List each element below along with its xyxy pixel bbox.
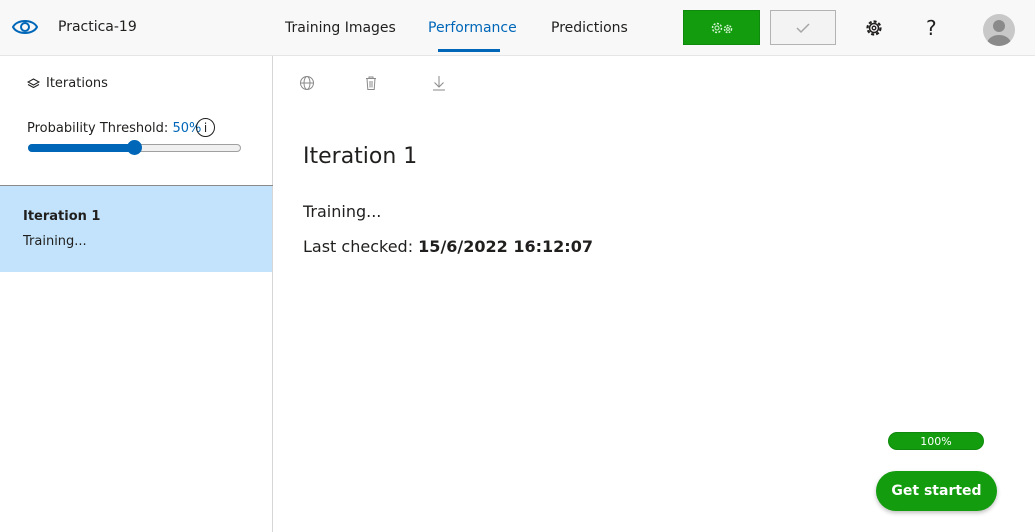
last-checked: Last checked: 15/6/2022 16:12:07 — [303, 237, 593, 256]
top-header: Practica-19 Training Images Performance … — [0, 0, 1035, 56]
threshold-slider-fill — [28, 144, 135, 152]
iteration-status: Training... — [303, 202, 382, 221]
tab-predictions[interactable]: Predictions — [551, 20, 628, 36]
iteration-item-status: Training... — [23, 234, 87, 249]
iteration-item-title: Iteration 1 — [23, 209, 101, 224]
globe-icon[interactable] — [298, 74, 316, 92]
layers-icon — [27, 77, 40, 88]
iterations-sidebar: Iterations Probability Threshold: 50% i … — [0, 56, 273, 532]
iterations-heading: Iterations — [27, 76, 108, 91]
iteration-list-item[interactable]: Iteration 1 Training... — [0, 186, 272, 272]
trash-icon[interactable] — [362, 74, 380, 92]
avatar[interactable] — [983, 14, 1015, 46]
help-button[interactable]: ? — [926, 16, 937, 40]
quick-test-button[interactable] — [770, 10, 836, 45]
info-icon[interactable]: i — [196, 118, 215, 137]
last-checked-value: 15/6/2022 16:12:07 — [418, 237, 593, 256]
iteration-title: Iteration 1 — [303, 144, 418, 169]
check-icon — [796, 22, 810, 33]
gears-icon — [711, 22, 732, 33]
active-tab-indicator — [438, 49, 500, 52]
tab-performance[interactable]: Performance — [428, 20, 517, 36]
tab-training-images[interactable]: Training Images — [285, 20, 396, 36]
download-icon[interactable] — [430, 74, 448, 92]
probability-threshold-label: Probability Threshold: 50% — [27, 121, 202, 136]
gear-icon[interactable] — [864, 18, 884, 38]
threshold-slider-thumb[interactable] — [127, 140, 142, 155]
last-checked-label: Last checked: — [303, 237, 414, 256]
iterations-heading-label: Iterations — [46, 76, 108, 91]
train-button[interactable] — [683, 10, 760, 45]
progress-badge: 100% — [888, 432, 984, 450]
get-started-button[interactable]: Get started — [876, 471, 997, 511]
eye-icon[interactable] — [12, 16, 38, 38]
user-icon — [987, 20, 1011, 46]
app-window: Practica-19 Training Images Performance … — [0, 0, 1035, 532]
project-name[interactable]: Practica-19 — [58, 19, 137, 35]
